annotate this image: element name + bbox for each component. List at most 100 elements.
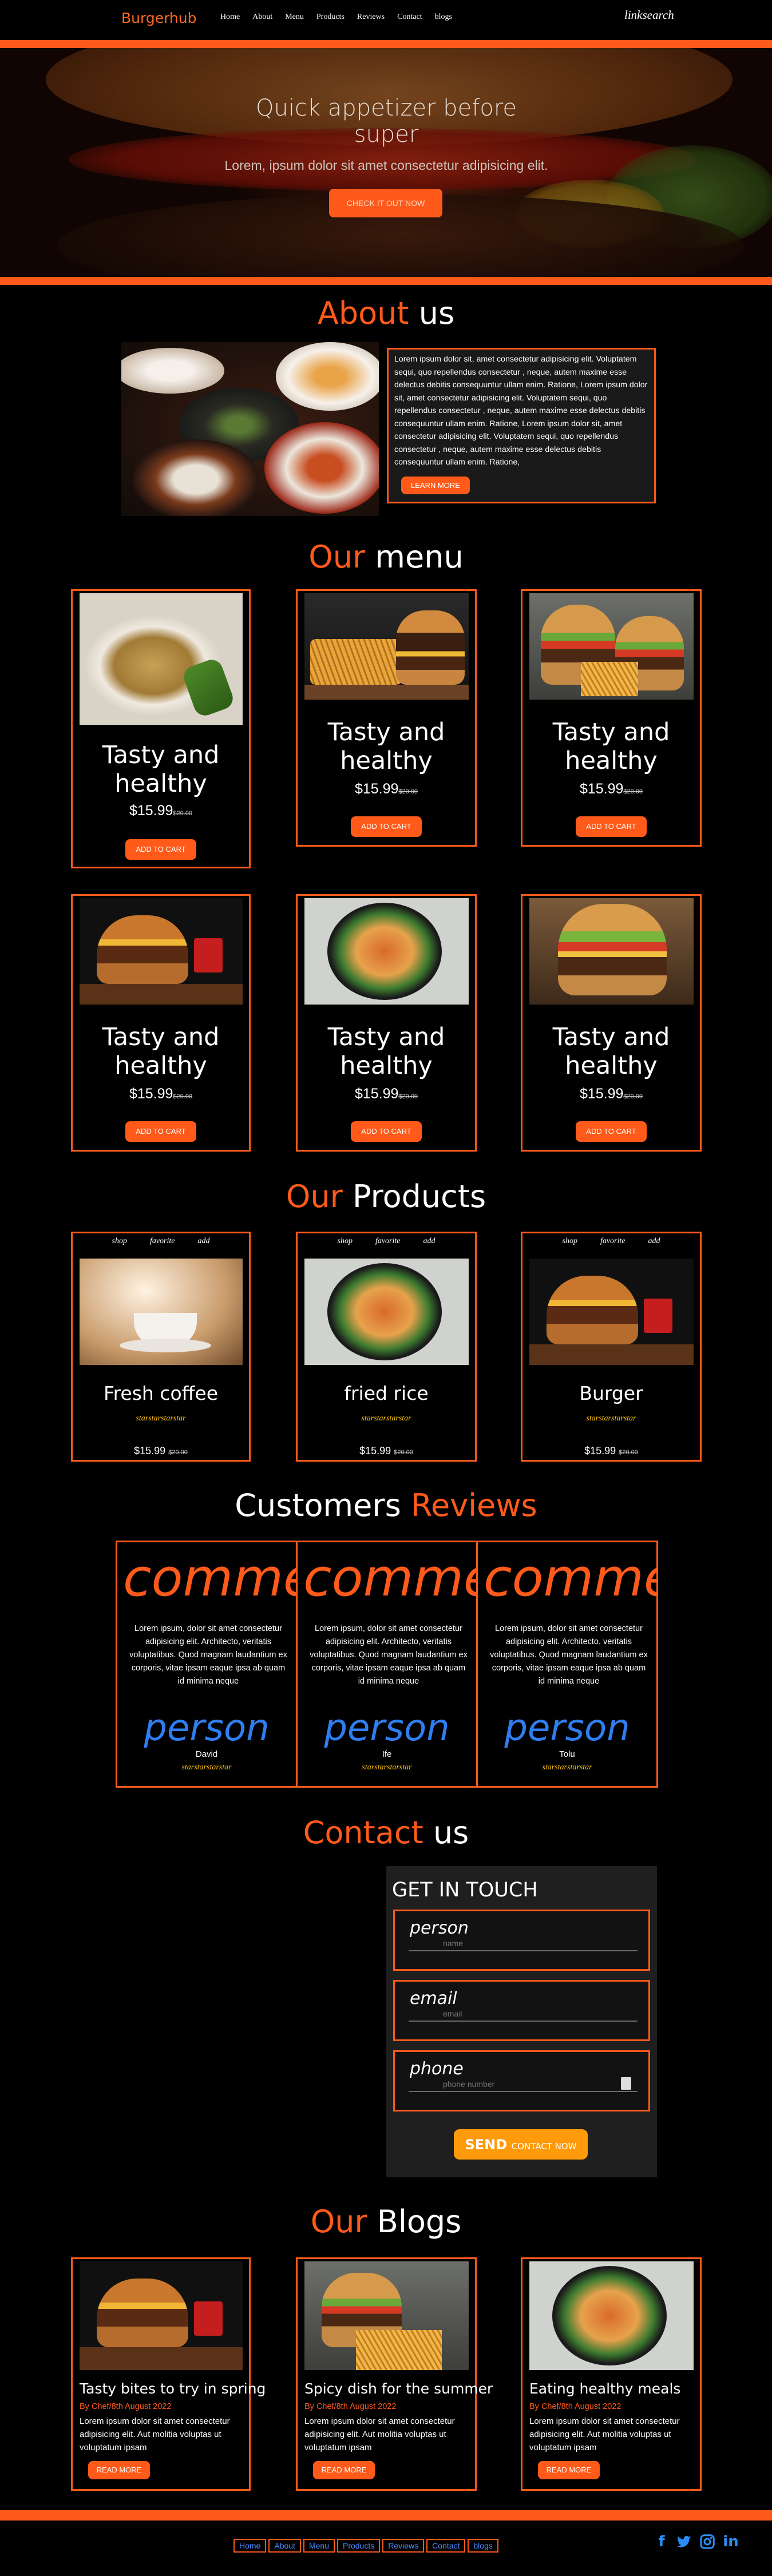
shop-link[interactable]: shop: [112, 1237, 127, 1246]
product-name: Burger: [579, 1382, 643, 1404]
phone-input[interactable]: [409, 2077, 638, 2092]
menu-image-burger-mug: [80, 898, 243, 1005]
add-to-cart-button[interactable]: ADD TO CART: [125, 1121, 196, 1142]
nav-links: Home About Menu Products Reviews Contact…: [220, 13, 452, 22]
nav-link-contact[interactable]: Contact: [397, 13, 422, 22]
menu-card: Tasty and healthy $15.99$20.00 ADD TO CA…: [71, 894, 251, 1152]
nav-link-menu[interactable]: Menu: [285, 13, 304, 22]
menu-price: $15.99$20.00: [579, 1086, 643, 1102]
footer-link-about[interactable]: About: [268, 2539, 301, 2553]
review-card: comment Lorem ipsum, dolor sit amet cons…: [296, 1541, 478, 1788]
menu-price: $15.99$20.00: [354, 1086, 418, 1102]
footer-link-reviews[interactable]: Reviews: [382, 2539, 425, 2553]
footer-divider: [0, 2510, 772, 2521]
add-to-cart-button[interactable]: ADD TO CART: [351, 1121, 422, 1142]
name-field: person: [393, 1910, 650, 1971]
add-link[interactable]: add: [423, 1237, 436, 1246]
favorite-link[interactable]: favorite: [150, 1237, 175, 1246]
blog-title[interactable]: Eating healthy meals: [529, 2380, 680, 2397]
hero-bottom-divider: [0, 277, 772, 285]
blog-title[interactable]: Spicy dish for the summer: [304, 2380, 493, 2397]
about-heading-rest: us: [418, 295, 455, 331]
about-text: Lorem ipsum dolor sit, amet consectetur …: [394, 355, 648, 467]
read-more-button[interactable]: READ MORE: [538, 2461, 600, 2479]
get-in-touch-heading: GET IN TOUCH: [392, 1879, 538, 1902]
nav-link-reviews[interactable]: Reviews: [357, 13, 385, 22]
nav-link-products[interactable]: Products: [316, 13, 345, 22]
phone-field-label: phone: [410, 2059, 464, 2079]
read-more-button[interactable]: READ MORE: [88, 2461, 150, 2479]
blogs-heading-rest: Blogs: [377, 2204, 462, 2240]
product-image-coffee: [80, 1259, 243, 1365]
send-label: SEND: [465, 2136, 508, 2153]
send-button[interactable]: SEND CONTACT NOW: [454, 2129, 588, 2160]
blog-image-paella: [529, 2261, 694, 2370]
contact-heading-rest: us: [433, 1815, 469, 1851]
footer-link-products[interactable]: Products: [336, 2539, 381, 2553]
check-it-out-button[interactable]: CHECK IT OUT NOW: [329, 189, 442, 217]
add-link[interactable]: add: [198, 1237, 210, 1246]
add-to-cart-button[interactable]: ADD TO CART: [351, 816, 422, 837]
review-text: Lorem ipsum, dolor sit amet consectetur …: [490, 1624, 648, 1686]
shop-link[interactable]: shop: [338, 1237, 353, 1246]
instagram-icon[interactable]: [699, 2533, 716, 2550]
footer-nav: Home About Menu Products Reviews Contact…: [233, 2539, 498, 2553]
search-link[interactable]: linksearch: [624, 8, 674, 22]
email-field-label: email: [410, 1988, 457, 2009]
product-image-fried-rice: [304, 1259, 469, 1365]
hero-banner: Quick appetizer before super Lorem, ipsu…: [0, 48, 772, 277]
shop-link[interactable]: shop: [563, 1237, 577, 1246]
footer-link-home[interactable]: Home: [233, 2539, 267, 2553]
add-to-cart-button[interactable]: ADD TO CART: [125, 839, 196, 860]
footer-link-contact[interactable]: Contact: [426, 2539, 466, 2553]
review-comment-title: comment: [123, 1548, 296, 1608]
product-card: shop favorite add Burger starstarstarsta…: [521, 1232, 702, 1462]
blog-title[interactable]: Tasty bites to try in spring: [80, 2380, 266, 2397]
email-input[interactable]: [409, 2007, 638, 2022]
learn-more-button[interactable]: LEARN MORE: [401, 477, 470, 494]
read-more-button[interactable]: READ MORE: [313, 2461, 375, 2479]
number-spinner[interactable]: [621, 2077, 631, 2090]
menu-title: Tasty and healthy: [552, 1023, 670, 1080]
blog-excerpt: Lorem ipsum dolor sit amet consectetur a…: [80, 2416, 230, 2452]
review-comment-title: comment: [303, 1548, 476, 1608]
menu-heading-accent: Our: [308, 539, 366, 575]
blog-image-burger: [80, 2261, 243, 2370]
product-price: $15.99 $20.00: [134, 1445, 188, 1456]
review-text: Lorem ipsum, dolor sit amet consectetur …: [310, 1624, 468, 1686]
review-person: person: [504, 1707, 630, 1749]
products-heading-accent: Our: [286, 1178, 343, 1214]
add-to-cart-button[interactable]: ADD TO CART: [576, 1121, 647, 1142]
product-name: fried rice: [344, 1382, 429, 1404]
top-divider: [0, 40, 772, 48]
menu-card: Tasty and healthy $15.99$20.00 ADD TO CA…: [521, 894, 702, 1152]
add-to-cart-button[interactable]: ADD TO CART: [576, 816, 647, 837]
menu-title: Tasty and healthy: [552, 718, 670, 775]
brand-logo[interactable]: Burgerhub: [121, 10, 196, 26]
footer-link-menu[interactable]: Menu: [303, 2539, 335, 2553]
menu-price: $15.99$20.00: [354, 781, 418, 797]
blog-card: Tasty bites to try in spring By Chef/8th…: [71, 2257, 266, 2491]
review-text: Lorem ipsum, dolor sit amet consectetur …: [129, 1624, 287, 1686]
nav-link-about[interactable]: About: [252, 13, 272, 22]
twitter-icon[interactable]: [675, 2533, 692, 2550]
favorite-link[interactable]: favorite: [600, 1237, 625, 1246]
nav-link-blogs[interactable]: blogs: [435, 13, 452, 22]
review-card: comment Lorem ipsum, dolor sit amet cons…: [116, 1541, 298, 1788]
facebook-icon[interactable]: f: [653, 2533, 670, 2550]
blog-excerpt: Lorem ipsum dolor sit amet consectetur a…: [304, 2416, 455, 2452]
menu-card: Tasty and healthy $15.99$20.00 ADD TO CA…: [296, 894, 477, 1152]
add-link[interactable]: add: [648, 1237, 660, 1246]
name-input[interactable]: [409, 1936, 638, 1951]
reviewer-name: Tolu: [559, 1749, 575, 1759]
products-heading-rest: Products: [352, 1178, 486, 1214]
plate-noodles: [133, 439, 259, 516]
contact-heading-accent: Contact: [303, 1815, 423, 1851]
about-food-image: [121, 342, 379, 516]
linkedin-icon[interactable]: in: [722, 2533, 739, 2550]
nav-link-home[interactable]: Home: [220, 13, 240, 22]
review-rating: starstarstarstar: [362, 1763, 412, 1772]
footer-link-blogs[interactable]: blogs: [468, 2539, 498, 2553]
contact-now-label: CONTACT NOW: [511, 2141, 577, 2152]
favorite-link[interactable]: favorite: [375, 1237, 401, 1246]
